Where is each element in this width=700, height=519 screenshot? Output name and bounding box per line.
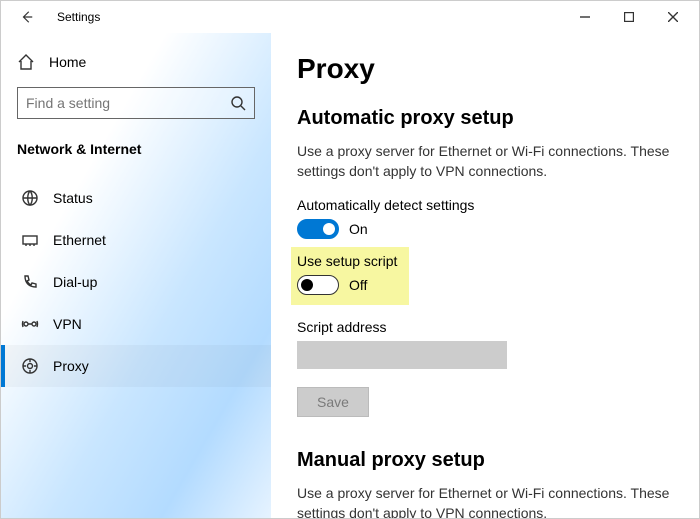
save-button: Save — [297, 387, 369, 417]
content-area[interactable]: Proxy Automatic proxy setup Use a proxy … — [271, 33, 699, 518]
script-label: Use setup script — [297, 253, 401, 269]
search-box[interactable] — [17, 87, 255, 119]
sidebar: Home Network & Internet Status — [1, 33, 271, 518]
sidebar-item-label: Dial-up — [53, 274, 97, 290]
ethernet-icon — [21, 231, 39, 249]
detect-state: On — [349, 221, 368, 237]
proxy-icon — [21, 357, 39, 375]
category-header: Network & Internet — [1, 133, 271, 167]
sidebar-item-label: Status — [53, 190, 93, 206]
sidebar-nav: Status Ethernet Dial-up — [1, 177, 271, 387]
detect-toggle[interactable] — [297, 219, 339, 239]
globe-icon — [21, 189, 39, 207]
window-controls — [563, 1, 695, 33]
sidebar-item-dialup[interactable]: Dial-up — [1, 261, 271, 303]
app-title: Settings — [57, 10, 100, 24]
sidebar-item-vpn[interactable]: VPN — [1, 303, 271, 345]
back-button[interactable] — [13, 3, 41, 31]
close-icon — [668, 12, 678, 22]
search-input[interactable] — [26, 95, 230, 111]
search-icon — [230, 95, 246, 111]
settings-window: Settings Home — [0, 0, 700, 519]
home-icon — [17, 53, 35, 71]
sidebar-item-label: Ethernet — [53, 232, 106, 248]
titlebar: Settings — [1, 1, 699, 33]
sidebar-item-proxy[interactable]: Proxy — [1, 345, 271, 387]
manual-desc: Use a proxy server for Ethernet or Wi-Fi… — [297, 484, 673, 518]
minimize-button[interactable] — [563, 1, 607, 33]
manual-heading: Manual proxy setup — [297, 449, 673, 472]
sidebar-item-label: Proxy — [53, 358, 89, 374]
script-toggle[interactable] — [297, 275, 339, 295]
script-addr-label: Script address — [297, 319, 673, 335]
vpn-icon — [21, 315, 39, 333]
sidebar-item-status[interactable]: Status — [1, 177, 271, 219]
script-highlight: Use setup script Off — [291, 247, 409, 305]
sidebar-item-ethernet[interactable]: Ethernet — [1, 219, 271, 261]
phone-icon — [21, 273, 39, 291]
script-address-input — [297, 341, 507, 369]
home-label: Home — [49, 54, 86, 70]
detect-label: Automatically detect settings — [297, 197, 673, 213]
script-state: Off — [349, 277, 367, 293]
page-title: Proxy — [297, 53, 673, 85]
maximize-icon — [624, 12, 634, 22]
arrow-left-icon — [20, 10, 34, 24]
close-button[interactable] — [651, 1, 695, 33]
sidebar-item-label: VPN — [53, 316, 82, 332]
auto-desc: Use a proxy server for Ethernet or Wi-Fi… — [297, 142, 673, 181]
sidebar-item-home[interactable]: Home — [1, 45, 271, 79]
maximize-button[interactable] — [607, 1, 651, 33]
minimize-icon — [580, 12, 590, 22]
auto-heading: Automatic proxy setup — [297, 107, 673, 130]
